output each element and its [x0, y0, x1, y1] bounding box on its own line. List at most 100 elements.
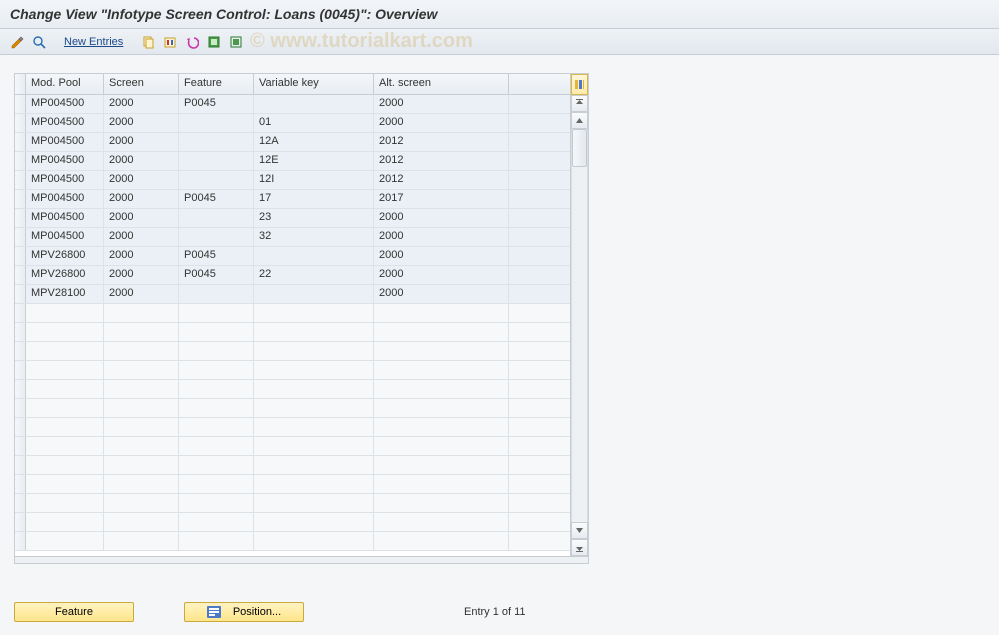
cell-modpool[interactable]: MP004500 [26, 228, 104, 246]
table-row[interactable]: MP0045002000P0045172017 [15, 190, 570, 209]
scroll-bottom-button[interactable] [571, 539, 588, 556]
cell-feature[interactable] [179, 152, 254, 170]
row-selector[interactable] [15, 342, 26, 360]
cell-modpool[interactable] [26, 418, 104, 436]
row-selector[interactable] [15, 285, 26, 303]
select-all-icon[interactable] [205, 33, 223, 51]
col-header-varkey[interactable]: Variable key [254, 74, 374, 94]
cell-modpool[interactable]: MP004500 [26, 209, 104, 227]
cell-modpool[interactable]: MP004500 [26, 133, 104, 151]
scroll-up-button[interactable] [571, 112, 588, 129]
col-header-screen[interactable]: Screen [104, 74, 179, 94]
cell-screen[interactable] [104, 323, 179, 341]
table-row[interactable] [15, 532, 570, 551]
cell-altscr[interactable]: 2000 [374, 114, 509, 132]
table-row[interactable] [15, 399, 570, 418]
row-selector[interactable] [15, 456, 26, 474]
row-selector[interactable] [15, 494, 26, 512]
copy-icon[interactable] [139, 33, 157, 51]
table-row[interactable] [15, 361, 570, 380]
cell-modpool[interactable] [26, 399, 104, 417]
position-button[interactable]: Position... [184, 602, 304, 622]
row-selector[interactable] [15, 323, 26, 341]
cell-altscr[interactable]: 2000 [374, 285, 509, 303]
cell-screen[interactable] [104, 418, 179, 436]
deselect-all-icon[interactable] [227, 33, 245, 51]
cell-varkey[interactable] [254, 342, 374, 360]
cell-screen[interactable] [104, 532, 179, 550]
undo-icon[interactable] [183, 33, 201, 51]
cell-screen[interactable]: 2000 [104, 285, 179, 303]
cell-altscr[interactable] [374, 323, 509, 341]
row-selector[interactable] [15, 304, 26, 322]
col-header-feature[interactable]: Feature [179, 74, 254, 94]
cell-varkey[interactable] [254, 361, 374, 379]
table-row[interactable]: MPV268002000P00452000 [15, 247, 570, 266]
cell-altscr[interactable] [374, 456, 509, 474]
table-row[interactable]: MPV268002000P0045222000 [15, 266, 570, 285]
cell-varkey[interactable] [254, 304, 374, 322]
cell-feature[interactable] [179, 418, 254, 436]
cell-feature[interactable]: P0045 [179, 266, 254, 284]
cell-feature[interactable] [179, 475, 254, 493]
cell-modpool[interactable] [26, 532, 104, 550]
cell-screen[interactable] [104, 494, 179, 512]
cell-modpool[interactable]: MPV26800 [26, 266, 104, 284]
cell-modpool[interactable] [26, 456, 104, 474]
cell-modpool[interactable] [26, 475, 104, 493]
cell-varkey[interactable]: 12E [254, 152, 374, 170]
cell-feature[interactable] [179, 209, 254, 227]
cell-varkey[interactable] [254, 475, 374, 493]
table-row[interactable]: MP004500200012I2012 [15, 171, 570, 190]
cell-varkey[interactable] [254, 456, 374, 474]
cell-feature[interactable] [179, 361, 254, 379]
cell-screen[interactable] [104, 437, 179, 455]
cell-altscr[interactable] [374, 418, 509, 436]
row-selector[interactable] [15, 418, 26, 436]
row-selector[interactable] [15, 209, 26, 227]
cell-screen[interactable] [104, 304, 179, 322]
cell-feature[interactable] [179, 133, 254, 151]
table-row[interactable]: MP0045002000012000 [15, 114, 570, 133]
cell-feature[interactable] [179, 380, 254, 398]
cell-altscr[interactable] [374, 304, 509, 322]
cell-feature[interactable] [179, 494, 254, 512]
table-row[interactable] [15, 513, 570, 532]
row-selector[interactable] [15, 532, 26, 550]
table-row[interactable] [15, 494, 570, 513]
row-selector[interactable] [15, 513, 26, 531]
cell-screen[interactable]: 2000 [104, 209, 179, 227]
delete-icon[interactable] [161, 33, 179, 51]
cell-varkey[interactable] [254, 437, 374, 455]
row-selector[interactable] [15, 152, 26, 170]
row-selector[interactable] [15, 437, 26, 455]
table-row[interactable] [15, 456, 570, 475]
table-row[interactable] [15, 304, 570, 323]
cell-feature[interactable] [179, 532, 254, 550]
row-selector[interactable] [15, 380, 26, 398]
cell-modpool[interactable] [26, 437, 104, 455]
cell-altscr[interactable]: 2000 [374, 266, 509, 284]
cell-screen[interactable]: 2000 [104, 228, 179, 246]
cell-altscr[interactable]: 2000 [374, 95, 509, 113]
table-row[interactable] [15, 380, 570, 399]
table-row[interactable] [15, 342, 570, 361]
cell-altscr[interactable]: 2000 [374, 209, 509, 227]
grid-horizontal-scrollbar[interactable] [14, 557, 589, 564]
cell-feature[interactable] [179, 399, 254, 417]
cell-modpool[interactable]: MP004500 [26, 171, 104, 189]
cell-altscr[interactable]: 2012 [374, 152, 509, 170]
cell-varkey[interactable] [254, 95, 374, 113]
cell-screen[interactable] [104, 342, 179, 360]
cell-feature[interactable] [179, 456, 254, 474]
cell-varkey[interactable] [254, 247, 374, 265]
cell-screen[interactable]: 2000 [104, 152, 179, 170]
row-selector[interactable] [15, 114, 26, 132]
cell-feature[interactable] [179, 228, 254, 246]
cell-modpool[interactable] [26, 323, 104, 341]
cell-varkey[interactable]: 01 [254, 114, 374, 132]
cell-altscr[interactable] [374, 532, 509, 550]
row-selector[interactable] [15, 399, 26, 417]
table-row[interactable]: MPV2810020002000 [15, 285, 570, 304]
cell-feature[interactable] [179, 342, 254, 360]
